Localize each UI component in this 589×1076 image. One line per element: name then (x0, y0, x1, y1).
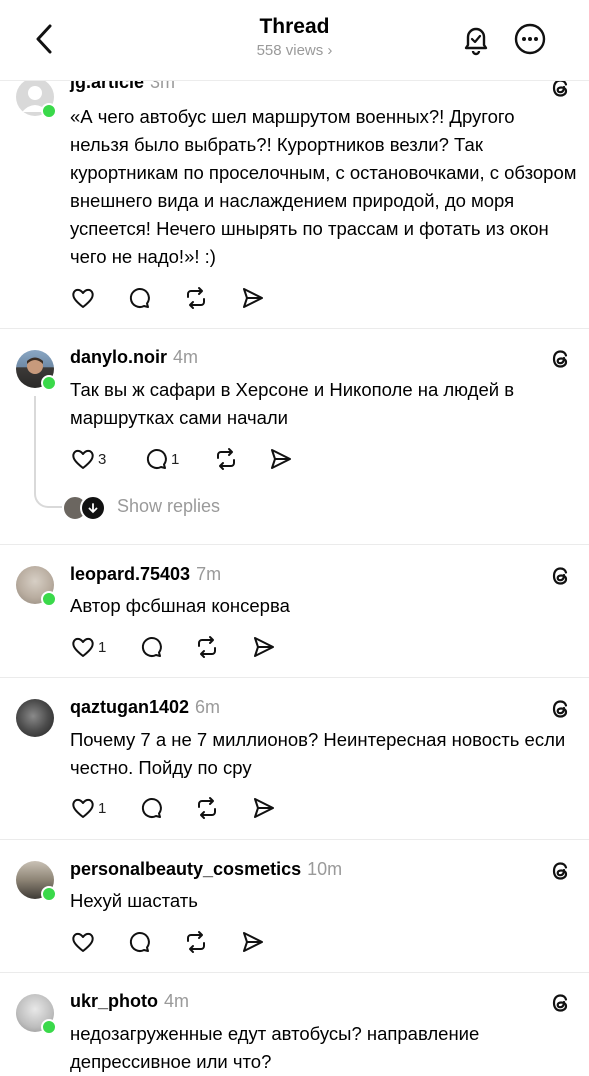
divider (0, 328, 589, 329)
share-icon (243, 932, 263, 952)
comment-icon (141, 637, 162, 657)
divider (0, 839, 589, 840)
app-header: Thread 558 views › (0, 0, 589, 81)
heart-icon (72, 449, 94, 469)
share-button[interactable] (240, 929, 266, 955)
avatar[interactable] (16, 699, 54, 737)
threads-logo-icon (552, 350, 568, 368)
repost-icon (187, 931, 205, 953)
heart-icon (72, 637, 94, 657)
online-indicator (41, 886, 57, 902)
heart-icon (72, 932, 94, 952)
post-username[interactable]: ukr_photo 4m (70, 991, 189, 1012)
threads-logo-icon (552, 994, 568, 1012)
share-button[interactable] (240, 285, 266, 311)
repost-button[interactable] (194, 634, 220, 660)
avatar[interactable] (16, 861, 57, 902)
post-text: недозагруженные едут автобусы? направлен… (70, 1023, 480, 1072)
online-indicator (41, 1019, 57, 1035)
reply-button[interactable] (126, 929, 152, 955)
post-text: Нехуй шастать (70, 890, 198, 911)
post-time: 10m (307, 859, 343, 879)
reply-count: 1 (171, 450, 180, 468)
online-indicator (41, 103, 57, 119)
post-username[interactable]: qaztugan1402 6m (70, 697, 220, 718)
divider (0, 677, 589, 678)
threads-logo-icon (552, 700, 568, 718)
comment-icon (146, 449, 167, 469)
like-button[interactable]: 3 (70, 446, 106, 472)
online-indicator (41, 375, 57, 391)
repost-button[interactable] (194, 795, 220, 821)
post-username[interactable]: leopard.75403 7m (70, 564, 221, 585)
comment-icon (129, 932, 150, 952)
arrow-down-icon (88, 503, 98, 514)
thread-line (34, 396, 36, 476)
page-title: Thread (259, 15, 330, 38)
share-icon (254, 637, 274, 657)
repost-icon (198, 797, 216, 819)
share-button[interactable] (251, 634, 277, 660)
share-button[interactable] (251, 795, 277, 821)
repost-icon (198, 636, 216, 658)
online-indicator (41, 591, 57, 607)
post-username[interactable]: personalbeauty_cosmetics 10m (70, 859, 342, 880)
repost-icon (187, 287, 205, 309)
divider (0, 972, 589, 973)
post-username[interactable]: danylo.noir 4m (70, 347, 198, 368)
thread-connector (34, 470, 62, 508)
threads-logo-icon (552, 862, 568, 880)
post-time: 6m (195, 697, 221, 717)
avatar[interactable] (16, 350, 57, 391)
show-replies-link[interactable]: Show replies (117, 496, 220, 517)
share-icon (243, 288, 263, 308)
like-button[interactable]: 1 (70, 795, 106, 821)
like-button[interactable]: 1 (70, 634, 106, 660)
more-icon[interactable] (512, 21, 548, 57)
reply-button[interactable] (138, 795, 164, 821)
comment-icon (129, 288, 150, 308)
avatar[interactable] (16, 994, 57, 1035)
post-time: 7m (196, 564, 222, 584)
like-button[interactable] (70, 929, 96, 955)
divider (0, 544, 589, 545)
share-icon (254, 798, 274, 818)
like-count: 1 (98, 638, 107, 656)
reply-avatar (80, 495, 106, 521)
post-text: Автор фсбшная консерва (70, 595, 290, 616)
like-count: 1 (98, 799, 107, 817)
comment-icon (141, 798, 162, 818)
repost-button[interactable] (183, 285, 209, 311)
avatar[interactable] (16, 78, 57, 119)
bell-icon[interactable] (458, 21, 494, 57)
heart-icon (72, 288, 94, 308)
repost-button[interactable] (213, 446, 239, 472)
share-button[interactable] (268, 446, 294, 472)
post-time: 4m (164, 991, 190, 1011)
view-count-link[interactable]: 558 views › (0, 42, 589, 59)
post-text: Так вы ж сафари в Херсоне и Никополе на … (70, 379, 515, 428)
reply-button[interactable]: 1 (143, 446, 179, 472)
avatar[interactable] (16, 566, 57, 607)
share-icon (271, 449, 291, 469)
heart-icon (72, 798, 94, 818)
reply-button[interactable] (138, 634, 164, 660)
like-button[interactable] (70, 285, 96, 311)
post-text: «А чего автобус шел маршрутом военных?! … (70, 106, 577, 267)
reply-button[interactable] (126, 285, 152, 311)
threads-logo-icon (552, 567, 568, 585)
post-time: 4m (173, 347, 199, 367)
post-text: Почему 7 а не 7 миллионов? Неинтересная … (70, 729, 566, 778)
repost-icon (217, 448, 235, 470)
like-count: 3 (98, 450, 107, 468)
repost-button[interactable] (183, 929, 209, 955)
